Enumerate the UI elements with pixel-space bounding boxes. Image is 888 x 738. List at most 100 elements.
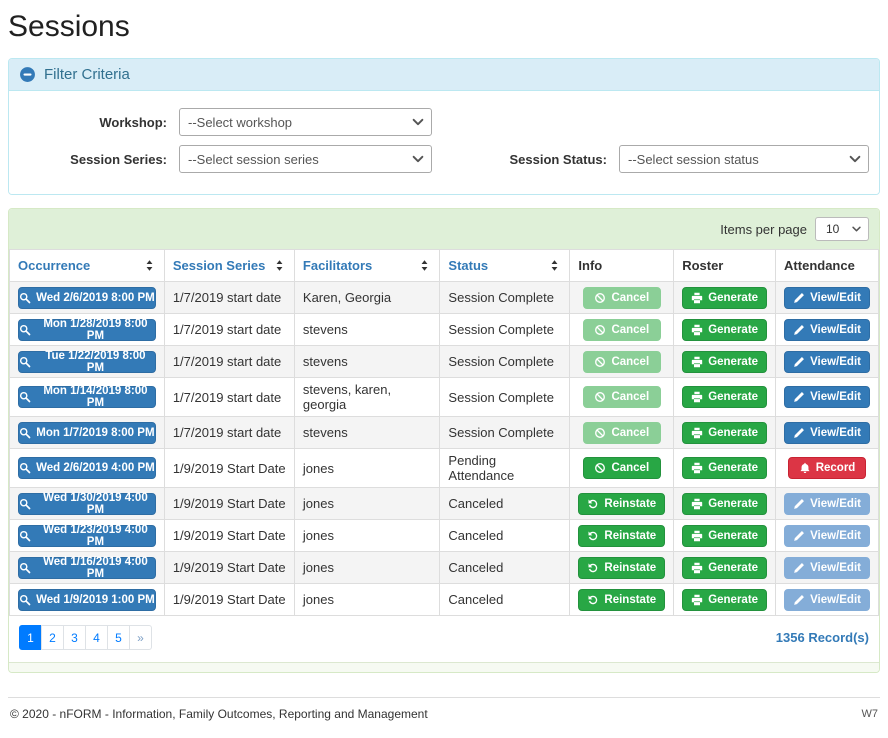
generate-button[interactable]: Generate	[682, 457, 767, 479]
session-series-cell: 1/9/2019 Start Date	[164, 584, 294, 616]
copyright-text: © 2020 - nFORM - Information, Family Out…	[10, 707, 428, 721]
occurrence-button[interactable]: Wed 1/30/2019 4:00 PM	[18, 493, 156, 515]
ban-icon	[594, 427, 606, 439]
reinstate-button[interactable]: Reinstate	[578, 557, 665, 579]
reinstate-button[interactable]: Reinstate	[578, 493, 665, 515]
facilitators-cell: stevens	[294, 346, 440, 378]
filter-criteria-header[interactable]: Filter Criteria	[9, 59, 879, 91]
cancel-button: Cancel	[583, 351, 661, 373]
record-button[interactable]: Record	[788, 457, 866, 479]
generate-button[interactable]: Generate	[682, 493, 767, 515]
facilitators-cell: stevens	[294, 314, 440, 346]
reinstate-button[interactable]: Reinstate	[578, 589, 665, 611]
column-header-status[interactable]: Status	[440, 250, 570, 282]
roster-cell: Generate	[674, 488, 776, 520]
table-row: Wed 1/23/2019 4:00 PM1/9/2019 Start Date…	[10, 520, 879, 552]
generate-button[interactable]: Generate	[682, 287, 767, 309]
filter-criteria-panel: Filter Criteria Workshop: --Select works…	[8, 58, 880, 195]
search-icon	[19, 324, 31, 336]
search-icon	[19, 427, 31, 439]
sort-icon	[418, 259, 431, 272]
panel-footer	[9, 662, 879, 672]
sessions-table-body: Wed 2/6/2019 8:00 PM1/7/2019 start dateK…	[10, 282, 879, 616]
reinstate-button[interactable]: Reinstate	[578, 525, 665, 547]
pencil-icon	[793, 292, 805, 304]
session-series-cell: 1/7/2019 start date	[164, 346, 294, 378]
roster-cell: Generate	[674, 378, 776, 417]
items-per-page-select[interactable]: 10	[815, 217, 869, 241]
status-cell: Session Complete	[440, 314, 570, 346]
generate-button[interactable]: Generate	[682, 589, 767, 611]
pagination-next[interactable]: »	[129, 625, 152, 650]
occurrence-button[interactable]: Tue 1/22/2019 8:00 PM	[18, 351, 156, 373]
pagination-page-1[interactable]: 1	[19, 625, 42, 650]
session-series-cell: 1/7/2019 start date	[164, 417, 294, 449]
pencil-icon	[793, 391, 805, 403]
pagination-page-4[interactable]: 4	[85, 625, 108, 650]
cancel-button[interactable]: Cancel	[583, 457, 661, 479]
view-edit-button[interactable]: View/Edit	[784, 422, 870, 444]
occurrence-button[interactable]: Mon 1/28/2019 8:00 PM	[18, 319, 156, 341]
generate-button[interactable]: Generate	[682, 319, 767, 341]
workshop-select[interactable]: --Select workshop	[179, 108, 432, 136]
print-icon	[691, 427, 703, 439]
column-header-session-series[interactable]: Session Series	[164, 250, 294, 282]
table-row: Mon 1/28/2019 8:00 PM1/7/2019 start date…	[10, 314, 879, 346]
session-series-cell: 1/7/2019 start date	[164, 282, 294, 314]
generate-button[interactable]: Generate	[682, 422, 767, 444]
pencil-icon	[793, 356, 805, 368]
table-toolbar: Items per page 10	[9, 209, 879, 249]
attendance-cell: View/Edit	[776, 417, 879, 449]
items-per-page-label: Items per page	[720, 222, 807, 237]
column-header-occurrence[interactable]: Occurrence	[10, 250, 165, 282]
occurrence-button[interactable]: Wed 2/6/2019 4:00 PM	[18, 457, 156, 479]
occurrence-cell: Mon 1/7/2019 8:00 PM	[10, 417, 165, 449]
pagination-page-2[interactable]: 2	[41, 625, 64, 650]
roster-cell: Generate	[674, 584, 776, 616]
session-status-select[interactable]: --Select session status	[619, 145, 869, 173]
generate-button[interactable]: Generate	[682, 525, 767, 547]
page-footer: © 2020 - nFORM - Information, Family Out…	[8, 697, 880, 730]
generate-button[interactable]: Generate	[682, 386, 767, 408]
view-edit-button[interactable]: View/Edit	[784, 386, 870, 408]
info-cell: Cancel	[570, 314, 674, 346]
view-edit-button: View/Edit	[784, 493, 870, 515]
pagination-page-3[interactable]: 3	[63, 625, 86, 650]
print-icon	[691, 391, 703, 403]
ban-icon	[594, 324, 606, 336]
search-icon	[19, 356, 31, 368]
column-header-facilitators[interactable]: Facilitators	[294, 250, 440, 282]
print-icon	[691, 462, 703, 474]
print-icon	[691, 530, 703, 542]
status-cell: Session Complete	[440, 378, 570, 417]
column-header-attendance: Attendance	[776, 250, 879, 282]
search-icon	[19, 391, 31, 403]
view-edit-button[interactable]: View/Edit	[784, 351, 870, 373]
session-series-select[interactable]: --Select session series	[179, 145, 432, 173]
occurrence-button[interactable]: Wed 1/9/2019 1:00 PM	[18, 589, 156, 611]
occurrence-button[interactable]: Wed 1/23/2019 4:00 PM	[18, 525, 156, 547]
occurrence-button[interactable]: Wed 1/16/2019 4:00 PM	[18, 557, 156, 579]
sort-icon	[273, 259, 286, 272]
pagination-page-5[interactable]: 5	[107, 625, 130, 650]
session-series-cell: 1/9/2019 Start Date	[164, 488, 294, 520]
occurrence-button[interactable]: Mon 1/7/2019 8:00 PM	[18, 422, 156, 444]
generate-button[interactable]: Generate	[682, 557, 767, 579]
view-edit-button[interactable]: View/Edit	[784, 319, 870, 341]
generate-button[interactable]: Generate	[682, 351, 767, 373]
attendance-cell: View/Edit	[776, 314, 879, 346]
facilitators-cell: jones	[294, 520, 440, 552]
cancel-button: Cancel	[583, 319, 661, 341]
minus-circle-icon[interactable]	[19, 66, 36, 83]
view-edit-button[interactable]: View/Edit	[784, 287, 870, 309]
status-cell: Canceled	[440, 552, 570, 584]
ban-icon	[594, 462, 606, 474]
pencil-icon	[793, 427, 805, 439]
facilitators-cell: jones	[294, 552, 440, 584]
filter-criteria-body: Workshop: --Select workshop Session Seri…	[9, 91, 879, 194]
occurrence-button[interactable]: Wed 2/6/2019 8:00 PM	[18, 287, 156, 309]
print-icon	[691, 594, 703, 606]
view-edit-button: View/Edit	[784, 525, 870, 547]
occurrence-button[interactable]: Mon 1/14/2019 8:00 PM	[18, 386, 156, 408]
status-cell: Canceled	[440, 584, 570, 616]
